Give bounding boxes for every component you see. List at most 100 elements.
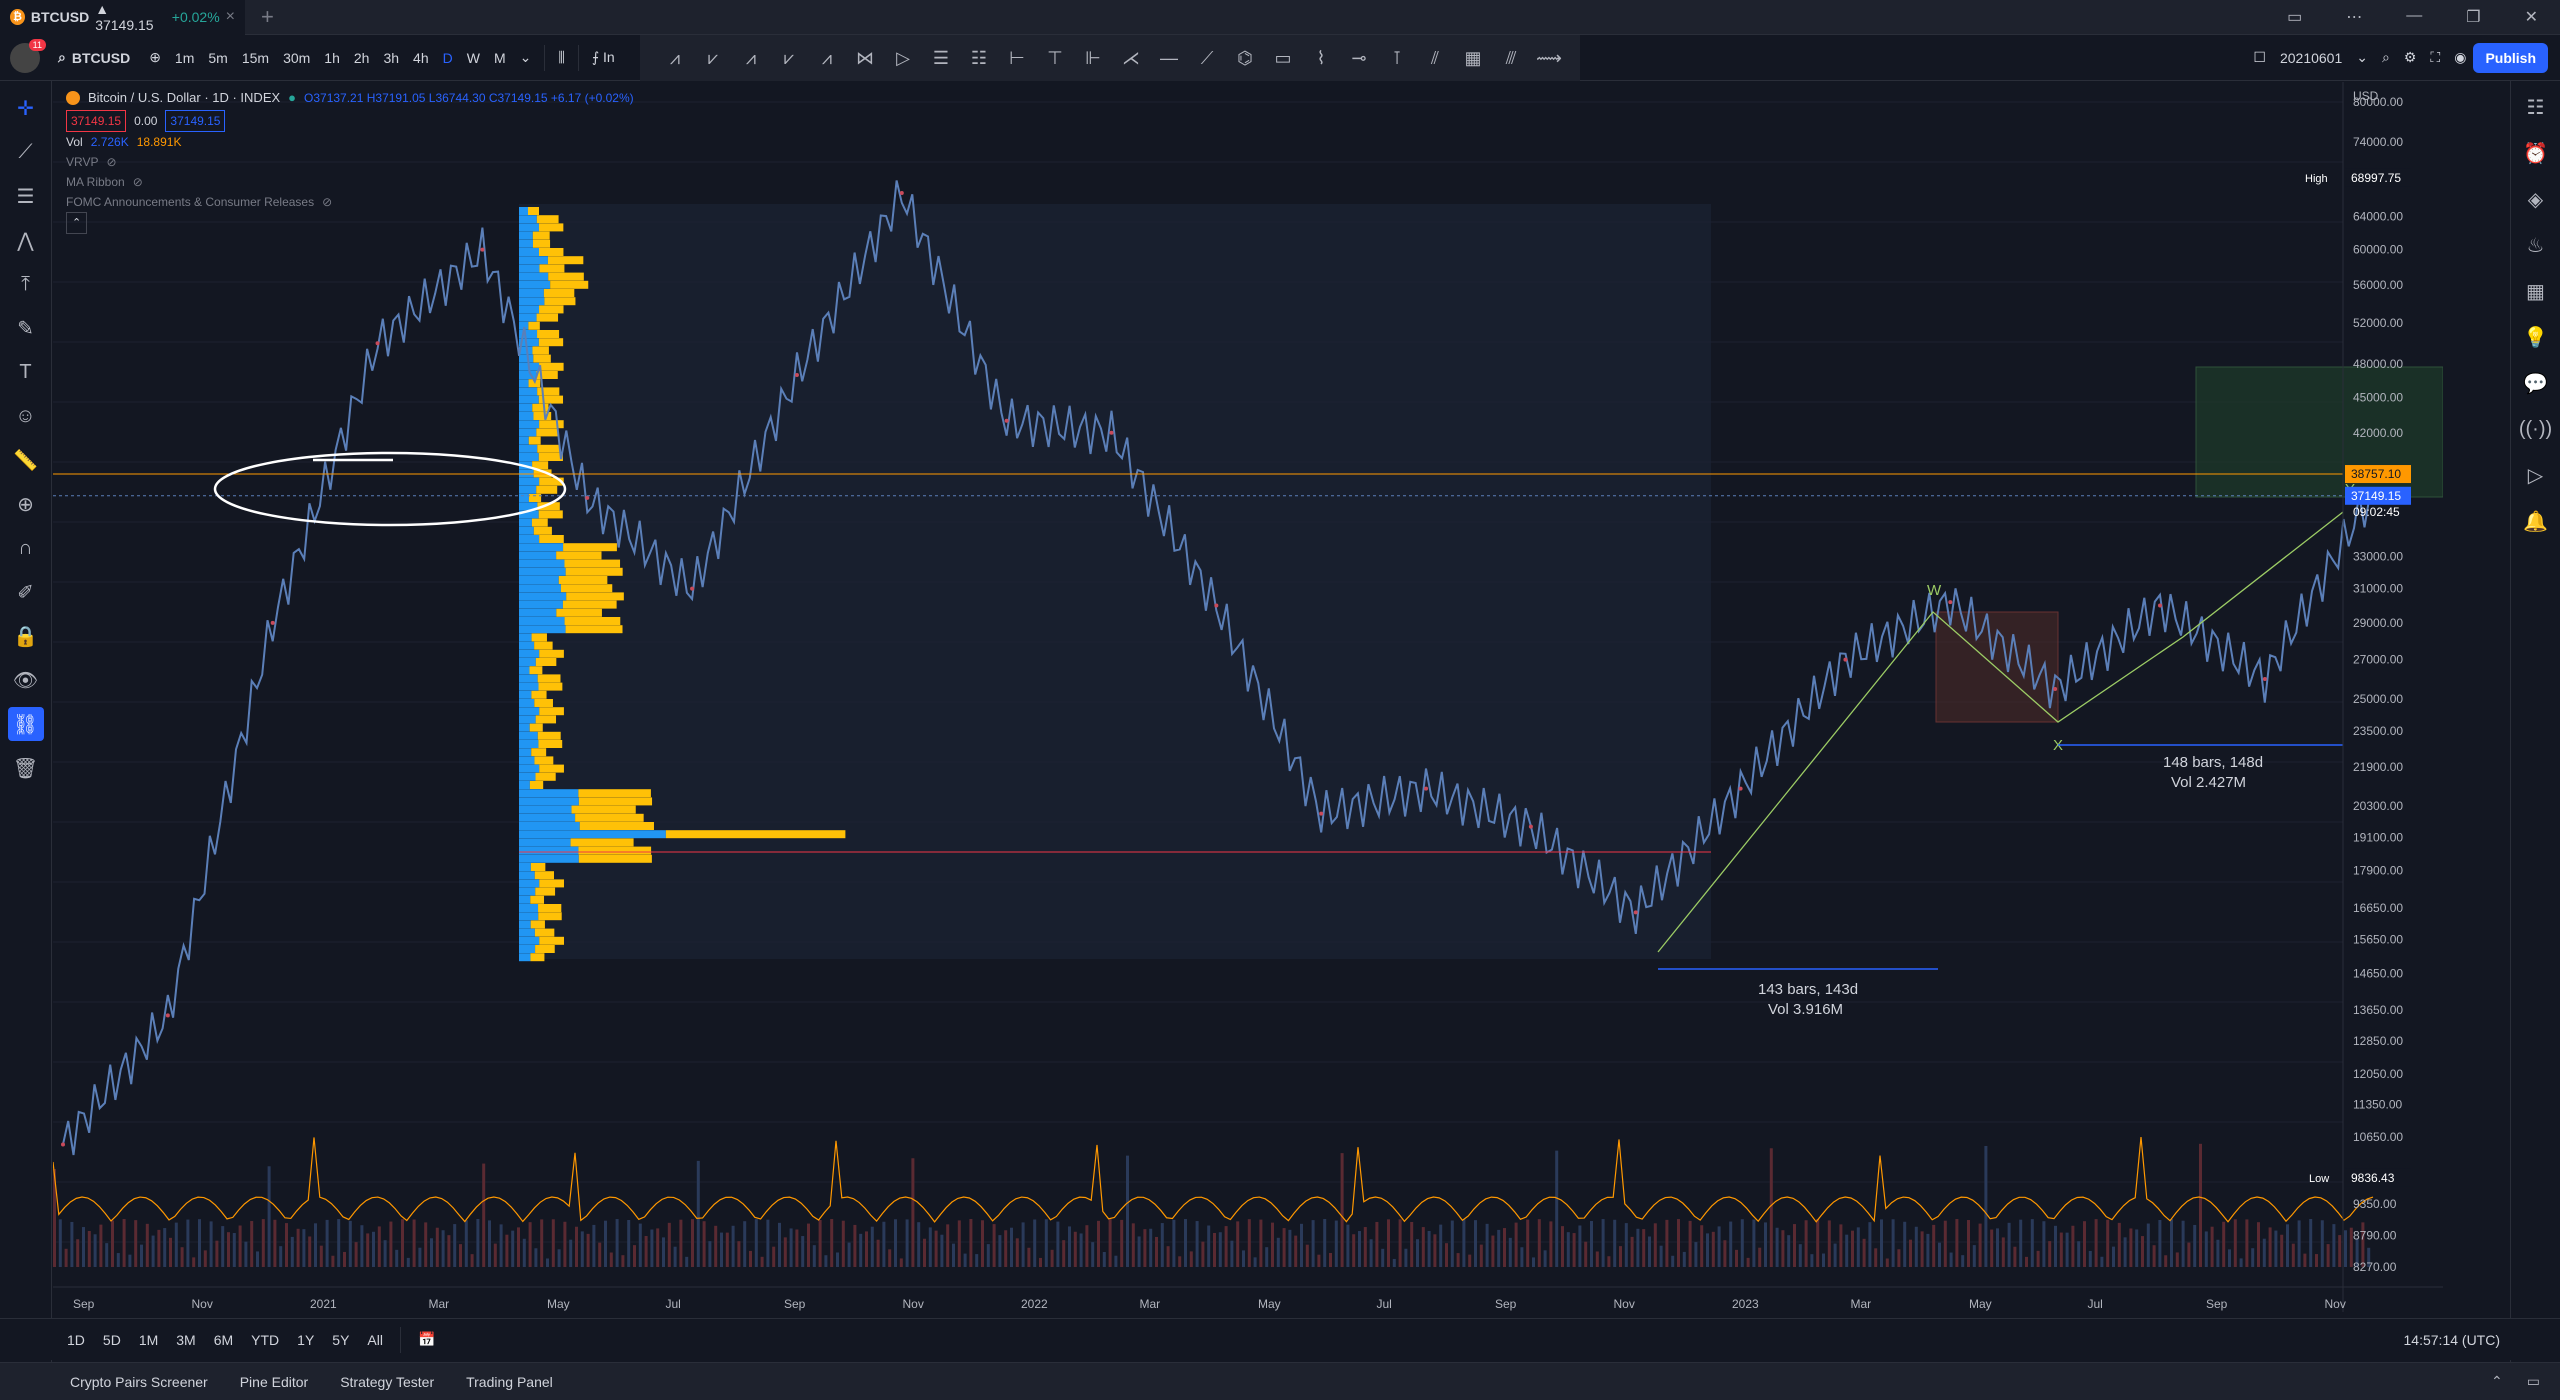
layers-icon[interactable]: ◈ xyxy=(2519,183,2553,215)
ruler-icon[interactable]: 📏 xyxy=(8,443,44,477)
panel-tab-2[interactable]: Strategy Tester xyxy=(340,1374,434,1390)
date-checkbox-icon[interactable]: ☐ xyxy=(2246,49,2273,66)
price-chart[interactable]: WXY143 bars, 143dVol 3.916M148 bars, 148… xyxy=(53,82,2443,1312)
chart-tab[interactable]: ₿ BTCUSD ▲ 37149.15 +0.02% × xyxy=(0,0,245,35)
close-tab-icon[interactable]: × xyxy=(226,8,235,26)
lock-icon[interactable]: 🔒 xyxy=(8,619,44,653)
calendar-icon[interactable]: ▦ xyxy=(2519,275,2553,307)
crosshair-icon[interactable]: ✛ xyxy=(8,91,44,125)
date-dropdown-icon[interactable]: ⌄ xyxy=(2349,49,2375,66)
interval-W[interactable]: W xyxy=(460,50,487,66)
drawing-tool-1-icon[interactable]: ⩗ xyxy=(698,43,728,73)
interval-D[interactable]: D xyxy=(436,50,460,66)
range-1Y[interactable]: 1Y xyxy=(290,1332,321,1348)
trendline-icon[interactable]: ⟋ xyxy=(8,135,44,169)
replay-icon[interactable]: ▷ xyxy=(2519,459,2553,491)
fullscreen-icon[interactable]: ⛶ xyxy=(2423,49,2447,66)
drawing-tool-11-icon[interactable]: ⊩ xyxy=(1078,43,1108,73)
goto-date-icon[interactable]: 📅 xyxy=(411,1331,442,1348)
ideas-icon[interactable]: 💡 xyxy=(2519,321,2553,353)
emoji-icon[interactable]: ☺ xyxy=(8,399,44,433)
collapse-legend-icon[interactable]: ⌃ xyxy=(66,212,88,234)
minimize-icon[interactable]: — xyxy=(2406,7,2422,27)
candles-icon[interactable]: ⫼ xyxy=(551,49,571,66)
interval-dropdown-icon[interactable]: ⌄ xyxy=(513,49,539,66)
drawing-tool-10-icon[interactable]: ⊤ xyxy=(1040,43,1070,73)
range-5D[interactable]: 5D xyxy=(96,1332,128,1348)
range-All[interactable]: All xyxy=(360,1332,390,1348)
drawing-tool-0-icon[interactable]: ⩘ xyxy=(660,43,690,73)
interval-2h[interactable]: 2h xyxy=(347,50,377,66)
zoom-icon[interactable]: ⊕ xyxy=(8,487,44,521)
drawing-tool-7-icon[interactable]: ☰ xyxy=(926,43,956,73)
panel-tab-0[interactable]: Crypto Pairs Screener xyxy=(70,1374,208,1390)
range-5Y[interactable]: 5Y xyxy=(325,1332,356,1348)
drawing-tool-15-icon[interactable]: ⌬ xyxy=(1230,43,1260,73)
indicator-vrvp[interactable]: VRVP xyxy=(66,152,98,172)
bid-price[interactable]: 37149.15 xyxy=(66,110,127,132)
interval-5m[interactable]: 5m xyxy=(201,50,234,66)
date-input[interactable]: 20210601 xyxy=(2273,50,2349,66)
range-1M[interactable]: 1M xyxy=(132,1332,165,1348)
range-YTD[interactable]: YTD xyxy=(244,1332,286,1348)
drawing-tool-22-icon[interactable]: ⫻ xyxy=(1496,43,1526,73)
settings-gear-icon[interactable]: ⚙ xyxy=(2397,49,2424,66)
legend-title[interactable]: Bitcoin / U.S. Dollar · 1D · INDEX xyxy=(88,88,280,108)
interval-1m[interactable]: 1m xyxy=(168,50,201,66)
brush-icon[interactable]: ✎ xyxy=(8,311,44,345)
ask-price[interactable]: 37149.15 xyxy=(165,110,226,132)
more-icon[interactable]: ⋯ xyxy=(2346,7,2362,27)
drawing-tool-20-icon[interactable]: ⫽ xyxy=(1420,43,1450,73)
avatar[interactable]: 11 xyxy=(10,38,46,73)
drawing-tool-9-icon[interactable]: ⊢ xyxy=(1002,43,1032,73)
window-close-icon[interactable]: ✕ xyxy=(2525,7,2538,27)
drawing-tool-6-icon[interactable]: ▷ xyxy=(888,43,918,73)
link-icon[interactable]: ⛓ xyxy=(7,707,44,741)
drawing-tool-18-icon[interactable]: ⊸ xyxy=(1344,43,1374,73)
alert-search-icon[interactable]: ⌕ xyxy=(2375,49,2397,66)
interval-15m[interactable]: 15m xyxy=(235,50,276,66)
drawing-tool-8-icon[interactable]: ☷ xyxy=(964,43,994,73)
drawing-tool-14-icon[interactable]: ⟋ xyxy=(1192,43,1222,73)
magnet-icon[interactable]: ∩ xyxy=(8,531,44,565)
signal-icon[interactable]: ((·)) xyxy=(2519,413,2553,445)
hidden-eye-icon[interactable]: ⊘ xyxy=(133,172,143,192)
interval-4h[interactable]: 4h xyxy=(406,50,436,66)
drawing-tool-3-icon[interactable]: ⩗ xyxy=(774,43,804,73)
drawing-tool-2-icon[interactable]: ⩘ xyxy=(736,43,766,73)
hotlist-icon[interactable]: ♨ xyxy=(2519,229,2553,261)
interval-1h[interactable]: 1h xyxy=(317,50,347,66)
trash-icon[interactable]: 🗑 xyxy=(8,751,44,785)
interval-3h[interactable]: 3h xyxy=(376,50,406,66)
indicator-fomc[interactable]: FOMC Announcements & Consumer Releases xyxy=(66,192,314,212)
clock[interactable]: 14:57:14 (UTC) xyxy=(2404,1332,2500,1348)
drawing-tool-13-icon[interactable]: — xyxy=(1154,43,1184,73)
maximize-panel-icon[interactable]: ▭ xyxy=(2527,1373,2540,1390)
hidden-eye-icon[interactable]: ⊘ xyxy=(106,152,116,172)
symbol-search[interactable]: ⌕ BTCUSD xyxy=(46,49,142,66)
chat-icon[interactable]: 💬 xyxy=(2519,367,2553,399)
interval-30m[interactable]: 30m xyxy=(276,50,317,66)
panel-tab-3[interactable]: Trading Panel xyxy=(466,1374,553,1390)
range-3M[interactable]: 3M xyxy=(169,1332,202,1348)
drawing-tool-17-icon[interactable]: ⌇ xyxy=(1306,43,1336,73)
drawing-tool-16-icon[interactable]: ▭ xyxy=(1268,43,1298,73)
collapse-panel-icon[interactable]: ⌃ xyxy=(2491,1373,2503,1390)
range-1D[interactable]: 1D xyxy=(60,1332,92,1348)
projection-icon[interactable]: ⤒ xyxy=(8,267,44,301)
maximize-icon[interactable]: ❐ xyxy=(2466,7,2480,27)
stay-drawing-icon[interactable]: ✐ xyxy=(8,575,44,609)
fib-icon[interactable]: ☰ xyxy=(8,179,44,213)
eye-icon[interactable]: 👁 xyxy=(8,663,44,697)
hidden-eye-icon[interactable]: ⊘ xyxy=(322,192,332,212)
drawing-tool-12-icon[interactable]: ⋌ xyxy=(1116,43,1146,73)
indicators-button[interactable]: ⨍ In xyxy=(585,49,622,66)
panel-tab-1[interactable]: Pine Editor xyxy=(240,1374,308,1390)
indicator-ma-ribbon[interactable]: MA Ribbon xyxy=(66,172,125,192)
range-6M[interactable]: 6M xyxy=(207,1332,240,1348)
alarm-icon[interactable]: ⏰ xyxy=(2519,137,2553,169)
new-tab-icon[interactable]: + xyxy=(261,4,274,30)
pattern-icon[interactable]: ⋀ xyxy=(8,223,44,257)
text-icon[interactable]: T xyxy=(8,355,44,389)
publish-button[interactable]: Publish xyxy=(2473,42,2548,73)
